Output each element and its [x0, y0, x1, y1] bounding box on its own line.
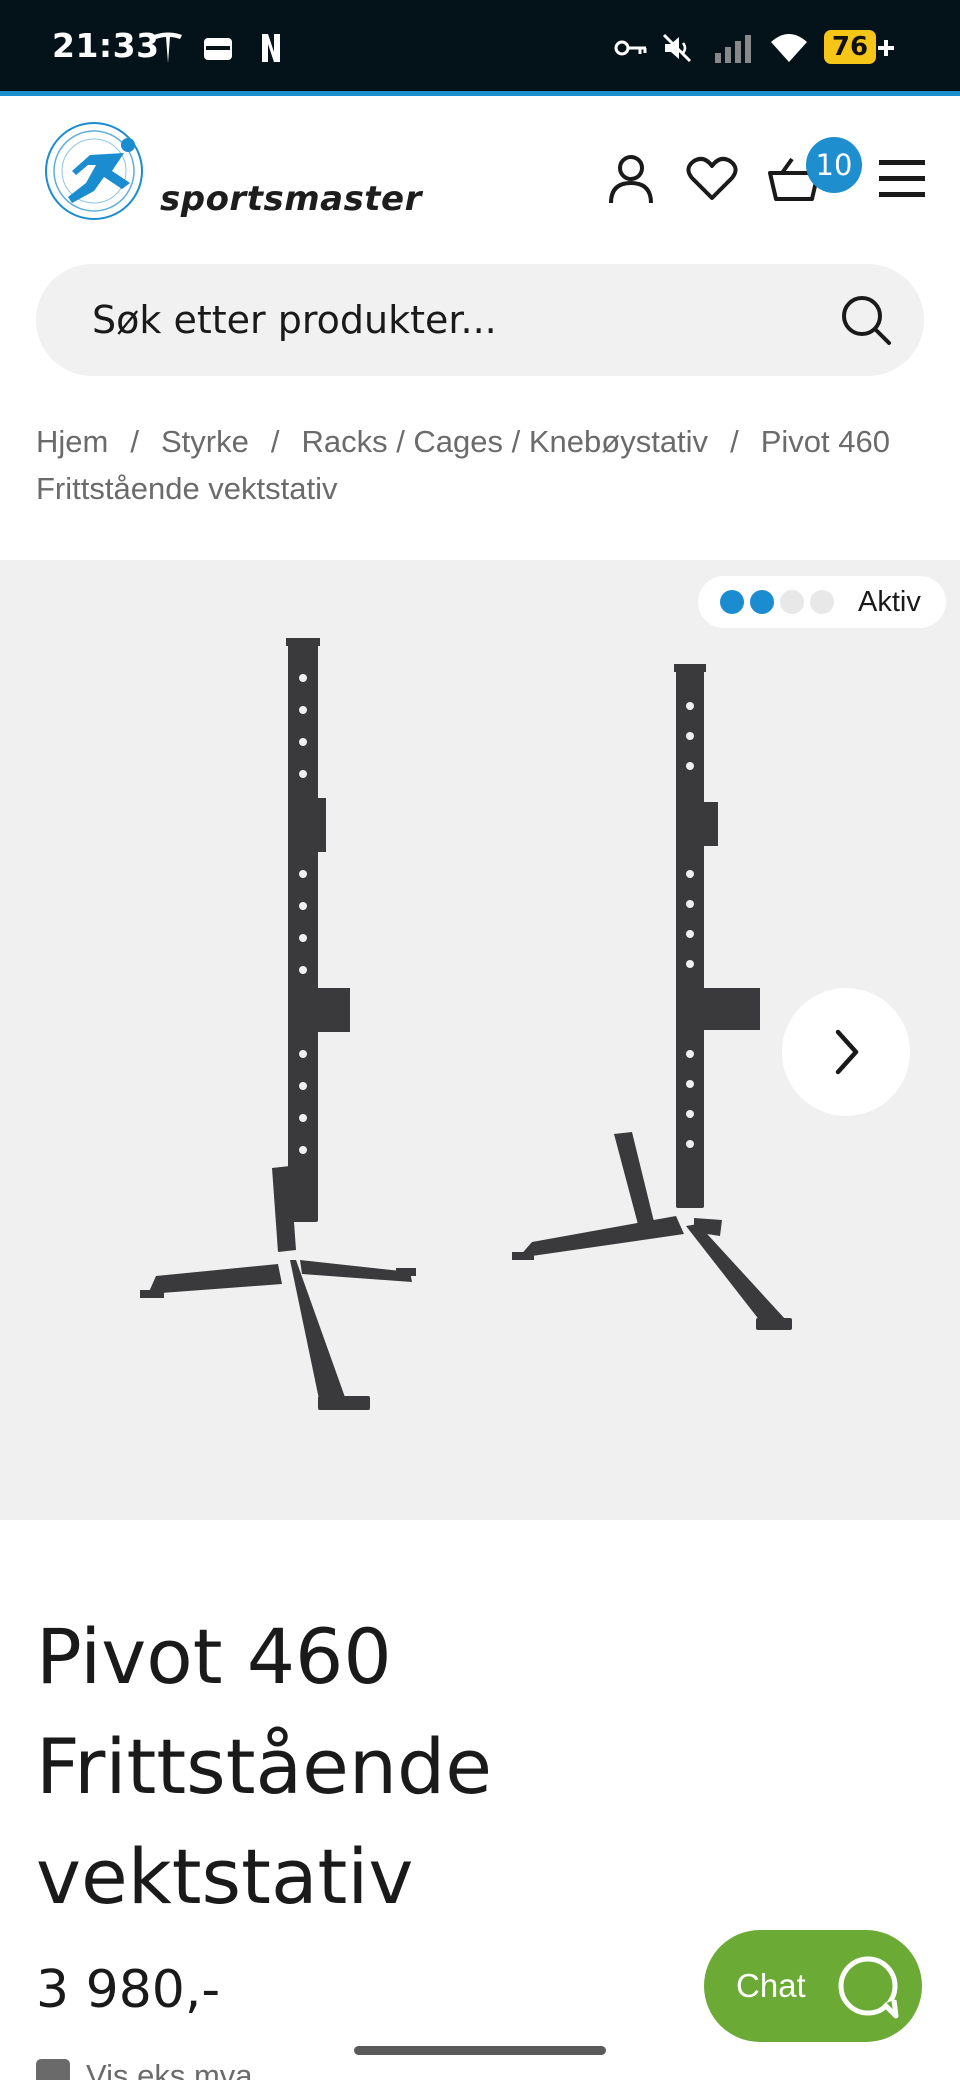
product-gallery[interactable]: Aktiv — [0, 560, 960, 1520]
breadcrumb-separator: / — [270, 424, 280, 459]
home-indicator[interactable] — [354, 2046, 606, 2055]
vat-label: Vis eks mva — [86, 2058, 253, 2080]
breadcrumb-separator: / — [130, 424, 139, 459]
breadcrumb-separator: / — [730, 424, 739, 459]
cart-count-badge: 10 — [806, 137, 862, 193]
product-title: Pivot 460 Frittstående vektstativ — [36, 1612, 493, 1921]
key-icon — [614, 30, 648, 66]
status-accent-line — [0, 91, 960, 96]
chat-button[interactable]: Chat — [704, 1930, 922, 2042]
wifi-icon — [768, 30, 810, 66]
chat-label: Chat — [736, 1967, 806, 2004]
mute-icon — [660, 30, 694, 66]
signal-icon — [712, 30, 756, 66]
status-bar: 21:33 76 — [0, 0, 960, 96]
activity-dot — [720, 590, 744, 614]
battery-icon: 76 — [824, 30, 876, 64]
site-header: sportsmaster 10 — [0, 101, 960, 261]
wallet-icon — [200, 30, 236, 66]
status-time: 21:33 — [52, 26, 160, 65]
search-bar — [36, 264, 924, 376]
vat-checkbox[interactable] — [36, 2059, 70, 2080]
tesla-icon — [150, 30, 186, 66]
chat-bubble-icon — [838, 1956, 899, 2019]
logo-text: sportsmaster — [160, 179, 422, 219]
breadcrumb-styrke[interactable]: Styrke — [161, 424, 249, 459]
activity-dot — [750, 590, 774, 614]
search-input[interactable] — [92, 264, 812, 376]
account-icon[interactable] — [603, 151, 659, 207]
charging-icon — [876, 38, 896, 58]
breadcrumb: Hjem / Styrke / Racks / Cages / Knebøystativ… — [36, 418, 926, 512]
vat-toggle[interactable]: Vis eks mva — [36, 2058, 253, 2080]
sportsmaster-logo[interactable]: sportsmaster — [32, 119, 421, 229]
activity-label: Aktiv — [858, 585, 921, 618]
breadcrumb-home[interactable]: Hjem — [36, 424, 108, 459]
activity-level-badge: Aktiv — [698, 576, 946, 628]
search-icon[interactable] — [836, 290, 896, 350]
chevron-right-icon — [835, 1029, 859, 1075]
breadcrumb-racks[interactable]: Racks / Cages / Knebøystativ — [301, 424, 708, 459]
runner-logo-icon — [45, 122, 143, 220]
activity-dot — [780, 590, 804, 614]
netflix-icon — [256, 30, 286, 66]
next-image-button[interactable] — [782, 988, 910, 1116]
product-price: 3 980,- — [36, 1960, 221, 2020]
activity-dot — [810, 590, 834, 614]
heart-icon[interactable] — [684, 151, 740, 207]
menu-icon[interactable] — [874, 151, 930, 207]
